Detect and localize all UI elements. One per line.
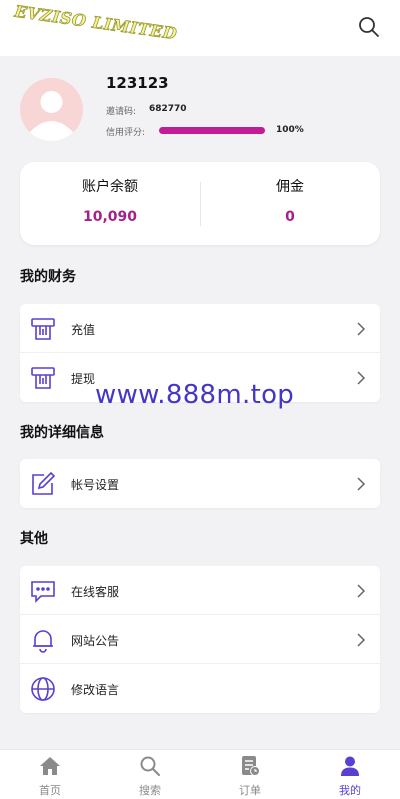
- search-icon[interactable]: [358, 16, 380, 38]
- nav-mine[interactable]: 我的: [300, 750, 400, 799]
- invite-code-value: 682770: [149, 104, 187, 114]
- commission-label: 佣金: [276, 179, 304, 195]
- invite-code-label: 邀请码:: [106, 107, 137, 117]
- menu-item-announcements[interactable]: 网站公告: [20, 615, 380, 664]
- menu-item-recharge[interactable]: 充值: [20, 304, 380, 353]
- details-menu: 帐号设置: [20, 459, 380, 508]
- nav-label: 搜索: [139, 784, 161, 797]
- nav-search[interactable]: 搜索: [100, 750, 200, 799]
- section-title-other: 其他: [20, 531, 48, 547]
- watermark-text: www.888m.top: [95, 380, 295, 410]
- menu-item-label: 网站公告: [71, 634, 120, 648]
- avatar[interactable]: [20, 78, 83, 141]
- nav-label: 我的: [339, 784, 361, 797]
- chevron-right-icon: [356, 583, 366, 598]
- menu-item-label: 提现: [71, 372, 96, 386]
- balance-card: 账户余额 10,090 佣金 0: [20, 162, 380, 245]
- user-icon: [339, 755, 361, 777]
- menu-item-online-support[interactable]: 在线客服: [20, 566, 380, 615]
- orders-icon: [239, 755, 261, 777]
- menu-item-label: 充值: [71, 323, 96, 337]
- nav-label: 首页: [39, 784, 61, 797]
- credit-score-label: 信用评分:: [106, 128, 146, 138]
- account-balance[interactable]: 账户余额 10,090: [20, 162, 200, 245]
- menu-item-account-settings[interactable]: 帐号设置: [20, 459, 380, 508]
- brand-logo: EVZISO LIMITED: [13, 1, 179, 44]
- section-title-details: 我的详细信息: [20, 425, 104, 441]
- other-menu: 在线客服 网站公告 修改语言: [20, 566, 380, 713]
- search-icon: [139, 755, 161, 777]
- menu-item-label: 在线客服: [71, 585, 120, 599]
- nav-home[interactable]: 首页: [0, 750, 100, 799]
- username: 123123: [106, 74, 169, 92]
- globe-icon: [30, 676, 56, 702]
- commission[interactable]: 佣金 0: [200, 162, 380, 245]
- nav-label: 订单: [239, 784, 261, 797]
- chevron-right-icon: [356, 370, 366, 385]
- edit-icon: [30, 471, 56, 497]
- account-balance-value: 10,090: [82, 209, 138, 225]
- chat-icon: [30, 578, 56, 604]
- menu-item-change-language[interactable]: 修改语言: [20, 664, 380, 713]
- chevron-right-icon: [356, 632, 366, 647]
- section-title-finance: 我的财务: [20, 269, 76, 285]
- nav-orders[interactable]: 订单: [200, 750, 300, 799]
- atm-card-icon: [30, 365, 56, 391]
- atm-card-icon: [30, 316, 56, 342]
- account-balance-label: 账户余额: [82, 179, 138, 195]
- home-icon: [39, 755, 61, 777]
- credit-score-fill: [159, 127, 265, 134]
- chevron-right-icon: [356, 321, 366, 336]
- commission-value: 0: [285, 209, 295, 225]
- top-bar: EVZISO LIMITED: [0, 0, 400, 56]
- profile-section: 123123 邀请码: 682770 信用评分: 100%: [0, 56, 400, 160]
- menu-item-label: 修改语言: [71, 683, 120, 697]
- bell-icon: [30, 627, 56, 653]
- credit-score-bar: [159, 127, 265, 134]
- bottom-nav: 首页 搜索 订单 我的: [0, 749, 400, 799]
- menu-item-label: 帐号设置: [71, 478, 120, 492]
- credit-score-value: 100%: [276, 125, 304, 135]
- chevron-right-icon: [356, 476, 366, 491]
